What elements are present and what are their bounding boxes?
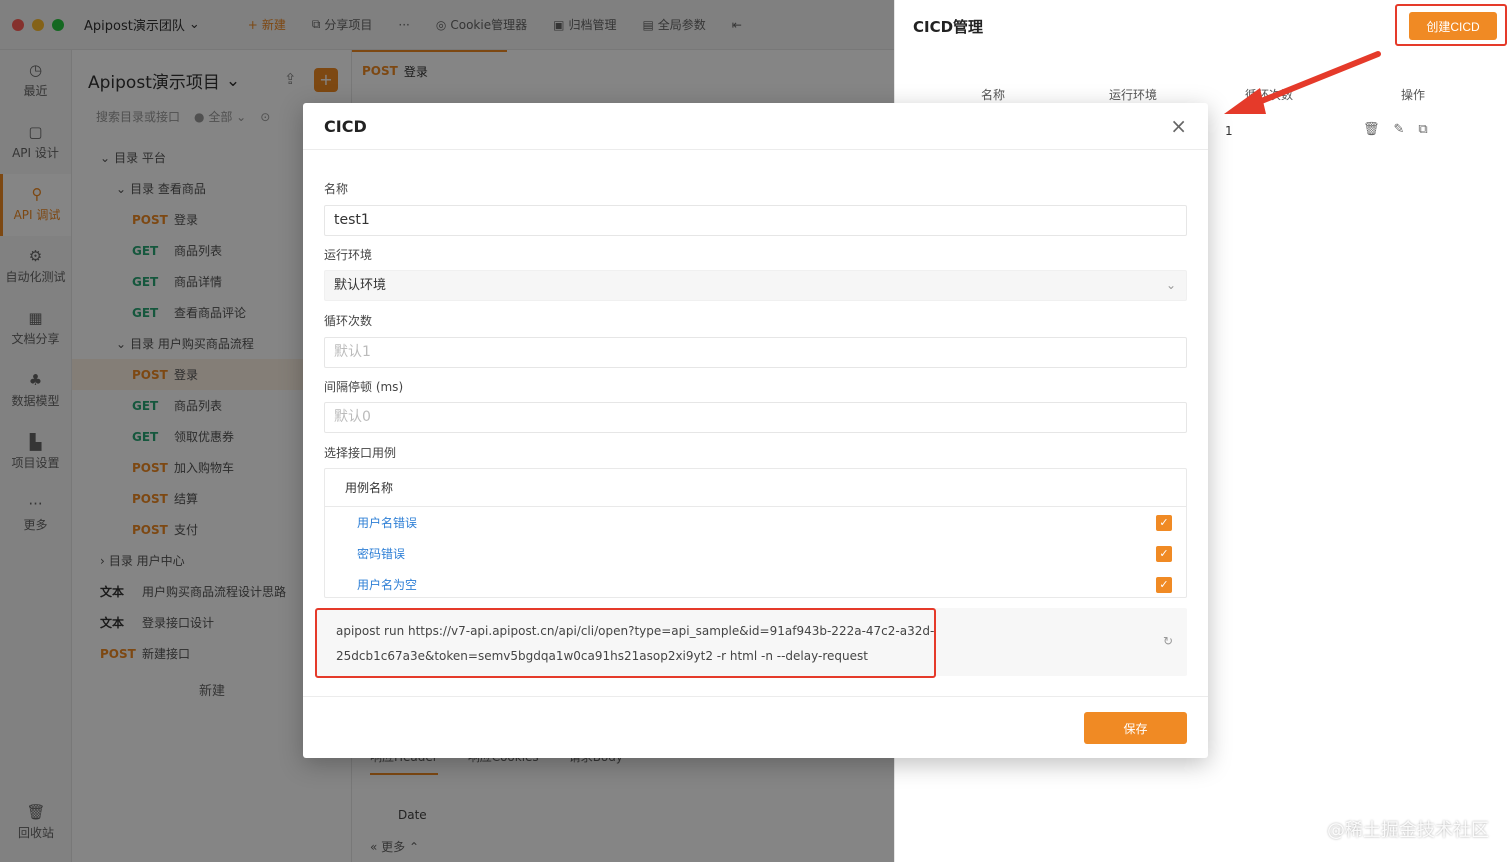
loop-count-cell: 1: [1225, 124, 1233, 138]
save-button[interactable]: 保存: [1084, 712, 1187, 744]
checkbox[interactable]: ✓: [1156, 576, 1172, 593]
col-ops: 操作: [1401, 88, 1426, 102]
env-value: 默认环境: [334, 278, 387, 293]
panel-title: CICD管理: [913, 18, 984, 36]
annotation-arrow-top: [1224, 51, 1381, 114]
env-label: 运行环境: [324, 248, 373, 262]
col-env: 运行环境: [1109, 88, 1158, 102]
modal-header: CICD ×: [303, 103, 1208, 150]
copy-icon[interactable]: ⧉: [1418, 122, 1427, 137]
chevron-down-icon: ⌄: [1165, 278, 1176, 292]
cases-table: 用例名称 用户名错误 ✓ 密码错误 ✓ 用户名为空 ✓: [324, 468, 1187, 598]
loop-label: 循环次数: [324, 314, 373, 328]
delete-icon[interactable]: 🗑: [1363, 122, 1380, 137]
case-name: 密码错误: [357, 547, 406, 561]
checkbox[interactable]: ✓: [1156, 545, 1172, 562]
name-field[interactable]: test1: [324, 205, 1187, 236]
highlight-box: [315, 608, 936, 678]
cicd-modal: CICD × 名称 test1 运行环境 默认环境 ⌄ 循环次数 默认1 间隔停…: [303, 103, 1208, 758]
watermark: @稀土掘金技术社区: [1327, 820, 1489, 841]
checkbox[interactable]: ✓: [1156, 514, 1172, 531]
case-name: 用户名为空: [357, 578, 418, 592]
env-select[interactable]: 默认环境 ⌄: [324, 270, 1187, 301]
col-name: 名称: [981, 88, 1006, 102]
interval-label: 间隔停顿 (ms): [324, 380, 404, 394]
modal-footer-divider: [303, 696, 1208, 697]
case-row[interactable]: 用户名为空 ✓: [325, 569, 1186, 600]
modal-title: CICD: [324, 116, 367, 136]
cases-label: 选择接口用例: [324, 446, 397, 460]
cases-header: 用例名称: [325, 469, 1186, 507]
edit-icon[interactable]: ✎: [1394, 122, 1405, 137]
case-row[interactable]: 密码错误 ✓: [325, 538, 1186, 569]
refresh-icon[interactable]: ↻: [1163, 634, 1173, 648]
case-name: 用户名错误: [357, 516, 418, 530]
command-box[interactable]: apipost run https://v7-api.apipost.cn/ap…: [315, 608, 1187, 678]
name-label: 名称: [324, 182, 349, 196]
loop-field[interactable]: 默认1: [324, 337, 1187, 368]
case-row[interactable]: 用户名错误 ✓: [325, 507, 1186, 538]
row-actions: 🗑 ✎ ⧉: [1363, 122, 1428, 137]
create-cicd-button[interactable]: 创建CICD: [1409, 12, 1497, 40]
close-icon[interactable]: ×: [1170, 116, 1187, 136]
interval-field[interactable]: 默认0: [324, 402, 1187, 433]
